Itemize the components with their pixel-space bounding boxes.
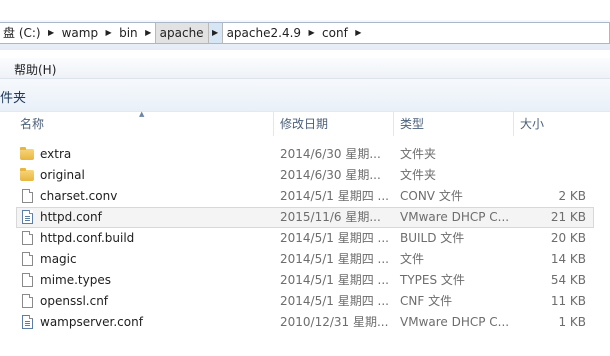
library-title: 件夹 bbox=[0, 91, 27, 106]
file-icon bbox=[22, 252, 33, 266]
file-type: 文件 bbox=[400, 252, 425, 266]
breadcrumb-apache-version[interactable]: apache2.4.9 bbox=[223, 23, 305, 43]
breadcrumb-conf[interactable]: conf bbox=[318, 23, 352, 43]
file-row[interactable]: magic 2014/5/1 星期四 ... 文件 14 KB bbox=[16, 249, 594, 270]
file-name: openssl.cnf bbox=[40, 294, 109, 308]
file-icon bbox=[22, 189, 33, 203]
file-date: 2014/5/1 星期四 ... bbox=[280, 189, 389, 203]
file-size: 14 KB bbox=[550, 252, 586, 266]
file-date: 2015/11/6 星期... bbox=[280, 210, 381, 224]
file-name: magic bbox=[40, 252, 77, 266]
file-name: wampserver.conf bbox=[40, 315, 143, 329]
config-file-icon bbox=[22, 210, 33, 224]
breadcrumb-wamp[interactable]: wamp bbox=[58, 23, 102, 43]
breadcrumb-chevron-icon[interactable]: ▶ bbox=[305, 23, 318, 43]
file-date: 2014/6/30 星期... bbox=[280, 147, 381, 161]
menu-help[interactable]: 帮助(H) bbox=[14, 61, 56, 78]
file-type: CONV 文件 bbox=[400, 189, 463, 203]
file-date: 2014/5/1 星期四 ... bbox=[280, 273, 389, 287]
file-type: TYPES 文件 bbox=[400, 273, 465, 287]
breadcrumb-chevron-icon[interactable]: ▶ bbox=[45, 23, 58, 43]
file-name: httpd.conf bbox=[40, 210, 102, 224]
file-row[interactable]: httpd.conf.build 2014/5/1 星期四 ... BUILD … bbox=[16, 228, 594, 249]
file-size: 2 KB bbox=[558, 189, 586, 203]
file-row[interactable]: wampserver.conf 2010/12/31 星期... VMware … bbox=[16, 312, 594, 333]
column-header-size[interactable]: 大小 bbox=[520, 112, 544, 136]
file-date: 2014/5/1 星期四 ... bbox=[280, 294, 389, 308]
file-name: mime.types bbox=[40, 273, 111, 287]
file-name: httpd.conf.build bbox=[40, 231, 135, 245]
file-row[interactable]: openssl.cnf 2014/5/1 星期四 ... CNF 文件 11 K… bbox=[16, 291, 594, 312]
column-divider[interactable] bbox=[393, 112, 394, 136]
file-row[interactable]: mime.types 2014/5/1 星期四 ... TYPES 文件 54 … bbox=[16, 270, 594, 291]
folder-icon bbox=[20, 147, 34, 160]
file-name: original bbox=[40, 168, 85, 182]
file-type: 文件夹 bbox=[400, 147, 437, 161]
breadcrumb-chevron-icon[interactable]: ▶ bbox=[352, 23, 365, 43]
file-type: BUILD 文件 bbox=[400, 231, 465, 245]
breadcrumb[interactable]: 盘 (C:) ▶ wamp ▶ bin ▶ apache ▶ apache2.4… bbox=[0, 22, 610, 44]
breadcrumb-chevron-icon[interactable]: ▶ bbox=[208, 23, 223, 43]
file-size: 54 KB bbox=[550, 273, 586, 287]
file-name: charset.conv bbox=[40, 189, 118, 203]
file-size: 11 KB bbox=[550, 294, 586, 308]
breadcrumb-drive[interactable]: 盘 (C:) bbox=[0, 23, 45, 43]
column-divider[interactable] bbox=[513, 112, 514, 136]
folder-icon bbox=[20, 168, 34, 181]
config-file-icon bbox=[22, 315, 33, 329]
file-icon bbox=[22, 294, 33, 308]
file-date: 2010/12/31 星期... bbox=[280, 315, 389, 329]
sort-ascending-icon: ▲ bbox=[139, 110, 145, 118]
file-row[interactable]: original 2014/6/30 星期... 文件夹 bbox=[16, 165, 594, 186]
column-header-date[interactable]: 修改日期 bbox=[280, 112, 328, 136]
file-row-selected[interactable]: httpd.conf 2015/11/6 星期... VMware DHCP C… bbox=[16, 207, 594, 228]
file-date: 2014/5/1 星期四 ... bbox=[280, 252, 389, 266]
menu-bar: 帮助(H) bbox=[0, 58, 610, 79]
column-header-type[interactable]: 类型 bbox=[400, 112, 424, 136]
file-date: 2014/5/1 星期四 ... bbox=[280, 231, 389, 245]
file-name: extra bbox=[40, 147, 72, 161]
breadcrumb-chevron-icon[interactable]: ▶ bbox=[142, 23, 155, 43]
file-size: 1 KB bbox=[558, 315, 586, 329]
library-header: 件夹 bbox=[0, 79, 610, 112]
file-type: 文件夹 bbox=[400, 168, 437, 182]
file-type: VMware DHCP C... bbox=[400, 210, 510, 224]
column-header-name[interactable]: 名称 bbox=[20, 112, 44, 136]
file-size: 20 KB bbox=[550, 231, 586, 245]
file-type: VMware DHCP C... bbox=[400, 315, 510, 329]
file-icon bbox=[22, 231, 33, 245]
file-row[interactable]: charset.conv 2014/5/1 星期四 ... CONV 文件 2 … bbox=[16, 186, 594, 207]
breadcrumb-chevron-icon[interactable]: ▶ bbox=[102, 23, 115, 43]
breadcrumb-bin[interactable]: bin bbox=[115, 23, 142, 43]
column-divider[interactable] bbox=[273, 112, 274, 136]
breadcrumb-apache[interactable]: apache bbox=[154, 23, 209, 43]
address-bar: 盘 (C:) ▶ wamp ▶ bin ▶ apache ▶ apache2.4… bbox=[0, 20, 610, 50]
file-icon bbox=[22, 273, 33, 287]
file-row[interactable]: extra 2014/6/30 星期... 文件夹 bbox=[16, 144, 594, 165]
file-size: 21 KB bbox=[550, 210, 586, 224]
file-type: CNF 文件 bbox=[400, 294, 453, 308]
file-date: 2014/6/30 星期... bbox=[280, 168, 381, 182]
